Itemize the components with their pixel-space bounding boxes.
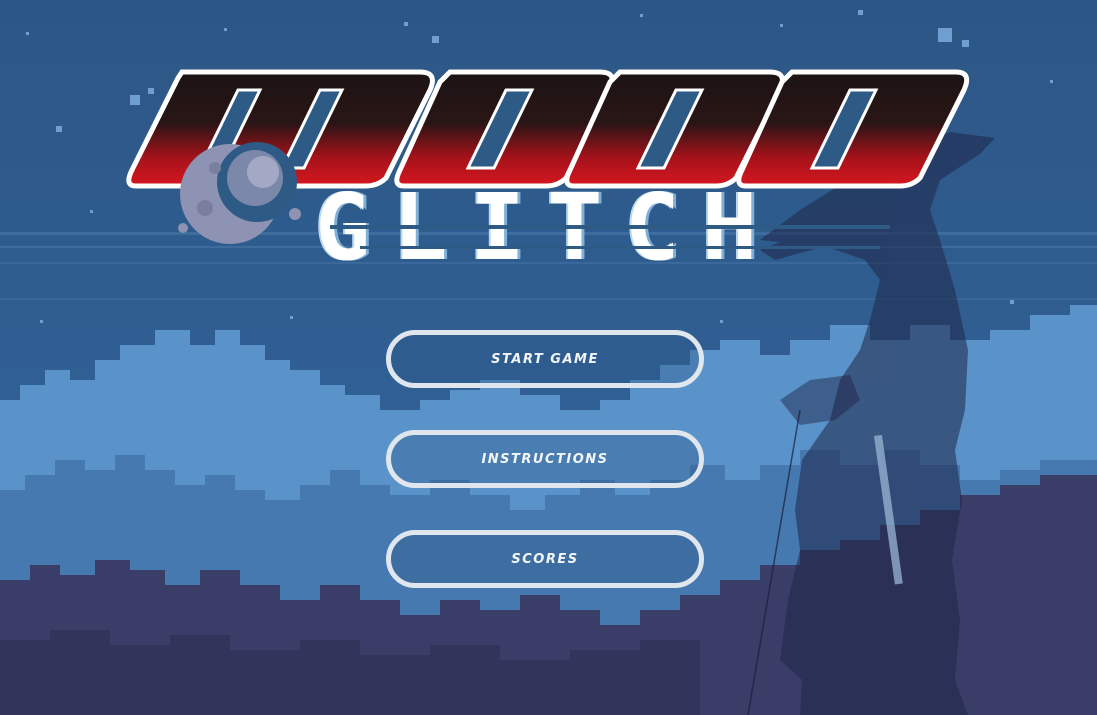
instructions-button[interactable]: INSTRUCTIONS [386,430,704,488]
game-logo: GLITCH [120,60,980,280]
start-game-button[interactable]: START GAME [386,330,704,388]
crescent-moon-icon [178,142,301,244]
glitch-stripe [360,246,880,249]
game-scene: GLITCH START GAME INSTRUCTIONS SCORES [0,0,1097,715]
glitch-stripe [330,225,890,229]
scores-button[interactable]: SCORES [386,530,704,588]
